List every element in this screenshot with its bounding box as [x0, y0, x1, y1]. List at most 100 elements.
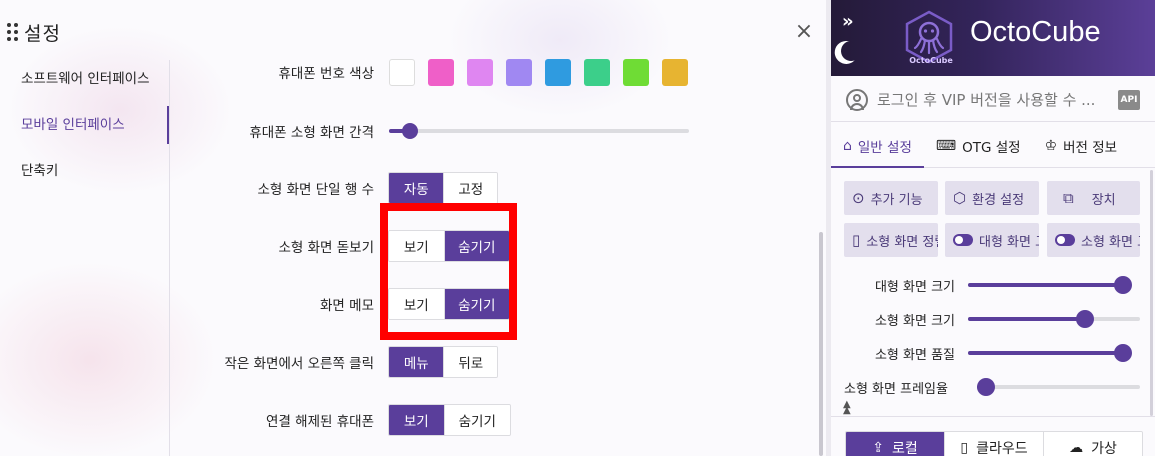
moon-icon[interactable] — [838, 38, 864, 64]
tab-cloud[interactable]: ▯ 클라우드 — [944, 432, 1043, 456]
button-label: 소형 화면 정렬 — [866, 234, 938, 250]
option-show[interactable]: 보기 — [389, 405, 444, 435]
tab-virtual[interactable]: ☁ 가상 — [1043, 432, 1142, 456]
color-swatches — [389, 59, 688, 86]
sidebar-item-shortcuts[interactable]: 단축키 — [0, 152, 170, 190]
color-swatch-white[interactable] — [389, 59, 415, 86]
slider-track — [389, 129, 689, 133]
slider-handle[interactable] — [1114, 344, 1132, 362]
collapse-icon[interactable]: ▲ ▲ — [843, 400, 851, 416]
phone-number-color-label: 휴대폰 번호 색상 — [278, 66, 374, 82]
button-label: 대형 화면 고정 — [979, 234, 1039, 250]
color-swatch-lime[interactable] — [623, 59, 649, 86]
user-icon — [846, 88, 868, 111]
single-row-count-toggle: 자동 고정 — [388, 172, 498, 204]
home-icon: ⌂ — [843, 137, 852, 154]
login-text[interactable]: 로그인 후 VIP 버전을 사용할 수 ... — [877, 89, 1095, 110]
close-icon[interactable]: × — [791, 18, 817, 44]
tab-local[interactable]: ⇪ 로컬 — [846, 432, 944, 456]
logo-caption: OctoCube — [909, 56, 953, 65]
large-screen-size-row: 대형 화면 크기 — [831, 272, 1155, 298]
tab-label: 일반 설정 — [857, 139, 912, 156]
sidebar-item-mobile-interface[interactable]: 모바일 인터페이스 — [0, 106, 170, 144]
color-swatch-pink[interactable] — [428, 59, 454, 86]
color-swatch-blue[interactable] — [545, 59, 571, 86]
option-show[interactable]: 보기 — [389, 289, 444, 319]
disconnected-phone-toggle: 보기 숨기기 — [388, 404, 511, 436]
preferences-button[interactable]: ⬡ 환경 설정 — [945, 181, 1039, 215]
source-tabs: ⇪ 로컬 ▯ 클라우드 ☁ 가상 — [845, 431, 1143, 456]
color-swatch-green[interactable] — [584, 59, 610, 86]
dialog-scrollbar[interactable] — [819, 232, 823, 456]
option-hide[interactable]: 숨기기 — [443, 289, 509, 319]
panel-divider — [831, 416, 1155, 417]
option-fixed[interactable]: 고정 — [443, 173, 497, 203]
octocube-panel: » OctoCube OctoCube 로그인 후 VIP 버전을 사용할 수 … — [831, 0, 1155, 456]
drag-handle-icon[interactable] — [6, 23, 20, 41]
keyboard-icon: ⌨ — [935, 137, 957, 154]
slider-fill — [968, 283, 1123, 287]
crown-icon: ♔ — [1044, 137, 1058, 154]
tab-label: 버전 정보 — [1063, 139, 1118, 156]
sidebar-item-software-interface[interactable]: 소프트웨어 인터페이스 — [0, 60, 170, 98]
expand-icon[interactable]: » — [842, 11, 853, 32]
small-screen-sort-button[interactable]: ▯ 소형 화면 정렬 — [844, 223, 938, 257]
option-hide[interactable]: 숨기기 — [443, 231, 509, 261]
slider-handle[interactable] — [977, 378, 995, 396]
color-swatch-orchid[interactable] — [467, 59, 493, 86]
slider-handle[interactable] — [1114, 276, 1132, 294]
brand-title: OctoCube — [970, 16, 1101, 48]
api-badge[interactable]: API — [1118, 90, 1140, 110]
color-swatch-lavender[interactable] — [506, 59, 532, 86]
slider-label: 소형 화면 크기 — [874, 313, 955, 329]
right-click-label: 작은 화면에서 오른쪽 클릭 — [224, 356, 375, 372]
color-swatch-gold[interactable] — [662, 59, 688, 86]
phone-layout-icon: ▯ — [852, 231, 861, 249]
button-label: 추가 기능 — [870, 192, 923, 208]
small-screen-spacing-row: 휴대폰 소형 화면 간격 — [170, 116, 376, 146]
disconnected-phone-row: 연결 해제된 휴대폰 — [170, 405, 376, 435]
small-screen-framerate-slider[interactable] — [977, 378, 1140, 396]
small-screen-framerate-row: 소형 화면 프레임율 — [831, 374, 1155, 400]
slider-handle[interactable] — [1075, 310, 1094, 328]
magnifier-label: 소형 화면 돋보기 — [278, 240, 374, 256]
option-menu[interactable]: 메뉴 — [389, 347, 444, 377]
slider-label: 소형 화면 품질 — [874, 347, 955, 363]
dialog-title: 설정 — [24, 22, 61, 45]
devices-button[interactable]: ⧉ 장치 — [1047, 181, 1140, 215]
slider-label: 대형 화면 크기 — [874, 279, 955, 295]
small-screen-quality-row: 소형 화면 품질 — [831, 340, 1155, 366]
tab-otg-settings[interactable]: ⌨ OTG 설정 — [924, 124, 1033, 167]
button-label: 장치 — [1091, 192, 1116, 208]
button-label: 소형 화면 고정 — [1081, 234, 1140, 250]
button-label: 환경 설정 — [972, 192, 1025, 208]
panel-scrollbar[interactable] — [1150, 170, 1153, 416]
option-back[interactable]: 뒤로 — [443, 347, 497, 377]
small-screen-pin-button[interactable]: 소형 화면 고정 — [1047, 223, 1140, 257]
screen-memo-toggle: 보기 숨기기 — [388, 288, 510, 320]
slider-track — [977, 385, 1140, 389]
large-screen-size-slider[interactable] — [968, 276, 1132, 294]
slider-fill — [968, 317, 1085, 321]
hexagon-settings-icon: ⬡ — [953, 189, 967, 207]
cloud-icon: ☁ — [1069, 440, 1084, 456]
more-icon: ⊙ — [852, 189, 865, 207]
tab-version-info[interactable]: ♔ 버전 정보 — [1033, 124, 1130, 167]
option-auto[interactable]: 자동 — [389, 173, 444, 203]
option-hide[interactable]: 숨기기 — [443, 405, 510, 435]
right-click-row: 작은 화면에서 오른쪽 클릭 — [170, 347, 376, 377]
small-screen-size-slider[interactable] — [968, 310, 1140, 328]
slider-handle[interactable] — [402, 123, 418, 139]
small-screen-quality-slider[interactable] — [968, 344, 1132, 362]
option-show[interactable]: 보기 — [389, 231, 444, 261]
tab-general-settings[interactable]: ⌂ 일반 설정 — [831, 124, 924, 168]
slider-label: 소형 화면 프레임율 — [844, 381, 948, 397]
right-click-toggle: 메뉴 뒤로 — [388, 346, 498, 378]
extra-features-button[interactable]: ⊙ 추가 기능 — [844, 181, 938, 215]
small-screen-spacing-slider[interactable] — [389, 121, 689, 141]
login-prompt[interactable]: 로그인 후 VIP 버전을 사용할 수 ... API — [831, 78, 1155, 122]
large-screen-pin-button[interactable]: 대형 화면 고정 — [945, 223, 1039, 257]
single-row-count-label: 소형 화면 단일 행 수 — [257, 182, 374, 198]
panel-tabs: ⌂ 일반 설정 ⌨ OTG 설정 ♔ 버전 정보 — [831, 124, 1155, 168]
phone-icon: ▯ — [960, 440, 969, 456]
